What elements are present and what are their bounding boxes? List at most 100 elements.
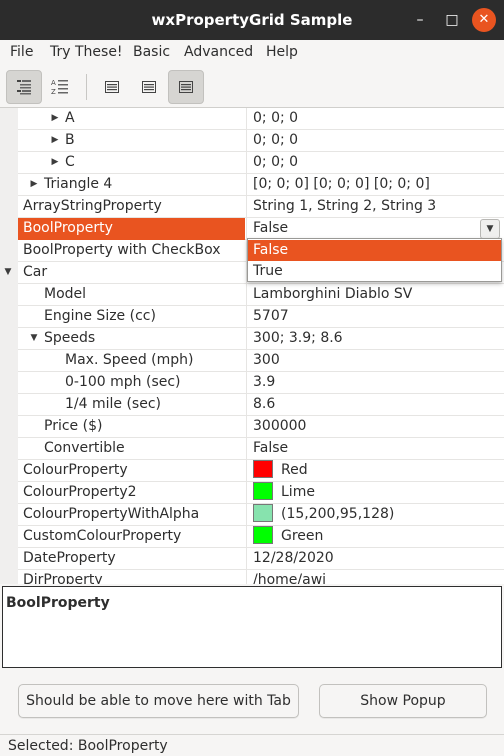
property-name[interactable]: ▶ A [18,108,245,130]
maximize-button[interactable]: □ [440,8,464,32]
property-value[interactable]: False [246,438,504,460]
dropdown-option-true[interactable]: True [248,261,501,282]
tab-target-button[interactable]: Should be able to move here with Tab [18,684,299,718]
property-row[interactable]: Price ($) 300000 [0,416,504,438]
property-label: 0-100 mph (sec) [65,374,181,390]
show-popup-button[interactable]: Show Popup [319,684,487,718]
property-label: Model [44,286,87,302]
property-row[interactable]: DirProperty/home/awi [0,570,504,584]
row-margin [0,416,18,438]
property-value[interactable]: Lime [246,482,504,504]
property-value[interactable]: /home/awi [246,570,504,584]
property-name[interactable]: CustomColourProperty [18,526,245,548]
menu-advanced[interactable]: Advanced [184,44,253,60]
property-row[interactable]: Engine Size (cc) 5707 [0,306,504,328]
property-value[interactable]: 3.9 [246,372,504,394]
menu-help[interactable]: Help [266,44,298,60]
property-name[interactable]: Engine Size (cc) [18,306,245,328]
property-name[interactable]: 1/4 mile (sec) [18,394,245,416]
property-value-text: 8.6 [253,396,276,412]
property-row[interactable]: Convertible False [0,438,504,460]
property-name[interactable]: DirProperty [18,570,245,584]
colour-swatch [253,460,273,478]
property-row[interactable]: ColourProperty2 Lime [0,482,504,504]
property-value[interactable]: 12/28/2020 [246,548,504,570]
property-value[interactable]: 0; 0; 0 [246,152,504,174]
bool-dropdown-list[interactable]: False True [247,238,502,282]
property-value[interactable]: 0; 0; 0 [246,108,504,130]
dropdown-option-false[interactable]: False [248,240,501,261]
property-name[interactable]: ColourPropertyWithAlpha [18,504,245,526]
property-row[interactable]: ▶ B 0; 0; 0 [0,130,504,152]
property-value[interactable]: 300; 3.9; 8.6 [246,328,504,350]
property-row[interactable]: 0-100 mph (sec) 3.9 [0,372,504,394]
property-grid[interactable]: ▶ A 0; 0; 0 ▶ B 0; 0; 0 ▶ C 0; 0; 0 ▶ Triangle 4 [0… [0,108,504,584]
menu-file[interactable]: File [10,44,33,60]
property-name[interactable]: BoolProperty [18,218,245,240]
svg-text:A: A [51,79,56,87]
property-name[interactable]: ▼ Car [5,262,245,284]
page-2-button[interactable] [131,70,167,104]
property-value[interactable]: Red [246,460,504,482]
property-value[interactable]: 8.6 [246,394,504,416]
property-name[interactable]: Model [18,284,245,306]
menu-basic[interactable]: Basic [133,44,170,60]
row-margin [0,218,18,240]
property-value[interactable]: False ▼ [246,218,504,240]
minimize-button[interactable]: – [408,8,432,32]
expanded-icon[interactable]: ▼ [29,328,39,349]
property-name[interactable]: BoolProperty with CheckBox [18,240,245,262]
property-value[interactable]: 300000 [246,416,504,438]
property-label: ColourProperty [23,462,128,478]
property-row[interactable]: ▶ Triangle 4 [0; 0; 0] [0; 0; 0] [0; 0; 0] [0,174,504,196]
property-name[interactable]: Price ($) [18,416,245,438]
property-name[interactable]: ColourProperty2 [18,482,245,504]
property-value[interactable]: [0; 0; 0] [0; 0; 0] [0; 0; 0] [246,174,504,196]
property-name[interactable]: 0-100 mph (sec) [18,372,245,394]
property-name[interactable]: ▼ Speeds [18,328,245,350]
property-value[interactable]: Green [246,526,504,548]
property-name[interactable]: Max. Speed (mph) [18,350,245,372]
property-row[interactable]: ColourPropertyWithAlpha (15,200,95,128) [0,504,504,526]
expanded-icon[interactable]: ▼ [3,262,13,283]
collapsed-icon[interactable]: ▶ [50,152,60,173]
property-name[interactable]: DateProperty [18,548,245,570]
property-value[interactable]: 300 [246,350,504,372]
dropdown-arrow-icon[interactable]: ▼ [480,219,500,239]
page-1-button[interactable] [94,70,130,104]
property-name[interactable]: ColourProperty [18,460,245,482]
property-row[interactable]: BoolProperty False ▼ [0,218,504,240]
property-name[interactable]: ArrayStringProperty [18,196,245,218]
property-value[interactable]: 5707 [246,306,504,328]
property-label: DirProperty [23,572,103,584]
property-row[interactable]: 1/4 mile (sec) 8.6 [0,394,504,416]
property-row[interactable]: Model Lamborghini Diablo SV [0,284,504,306]
property-value[interactable]: Lamborghini Diablo SV [246,284,504,306]
property-value[interactable]: 0; 0; 0 [246,130,504,152]
property-value[interactable]: String 1, String 2, String 3 [246,196,504,218]
property-row[interactable]: ▼ Speeds 300; 3.9; 8.6 [0,328,504,350]
property-name[interactable]: ▶ C [18,152,245,174]
property-label: ColourProperty2 [23,484,137,500]
collapsed-icon[interactable]: ▶ [29,174,39,195]
page-3-button[interactable] [168,70,204,104]
property-row[interactable]: DateProperty 12/28/2020 [0,548,504,570]
property-row[interactable]: ArrayStringProperty String 1, String 2, S… [0,196,504,218]
alphabetic-view-button[interactable]: A Z [42,70,78,104]
menu-try-these[interactable]: Try These! [50,44,123,60]
property-name[interactable]: ▶ Triangle 4 [18,174,245,196]
categorized-view-button[interactable] [6,70,42,104]
collapsed-icon[interactable]: ▶ [50,108,60,129]
property-row[interactable]: Max. Speed (mph) 300 [0,350,504,372]
close-button[interactable]: ✕ [472,8,496,32]
collapsed-icon[interactable]: ▶ [50,130,60,151]
property-value[interactable]: (15,200,95,128) [246,504,504,526]
property-row[interactable]: CustomColourProperty Green [0,526,504,548]
property-row[interactable]: ▶ A 0; 0; 0 [0,108,504,130]
property-row[interactable]: ▶ C 0; 0; 0 [0,152,504,174]
property-name[interactable]: Convertible [18,438,245,460]
property-name[interactable]: ▶ B [18,130,245,152]
property-value-text: Red [281,462,308,478]
property-row[interactable]: ColourProperty Red [0,460,504,482]
row-margin [0,526,18,548]
